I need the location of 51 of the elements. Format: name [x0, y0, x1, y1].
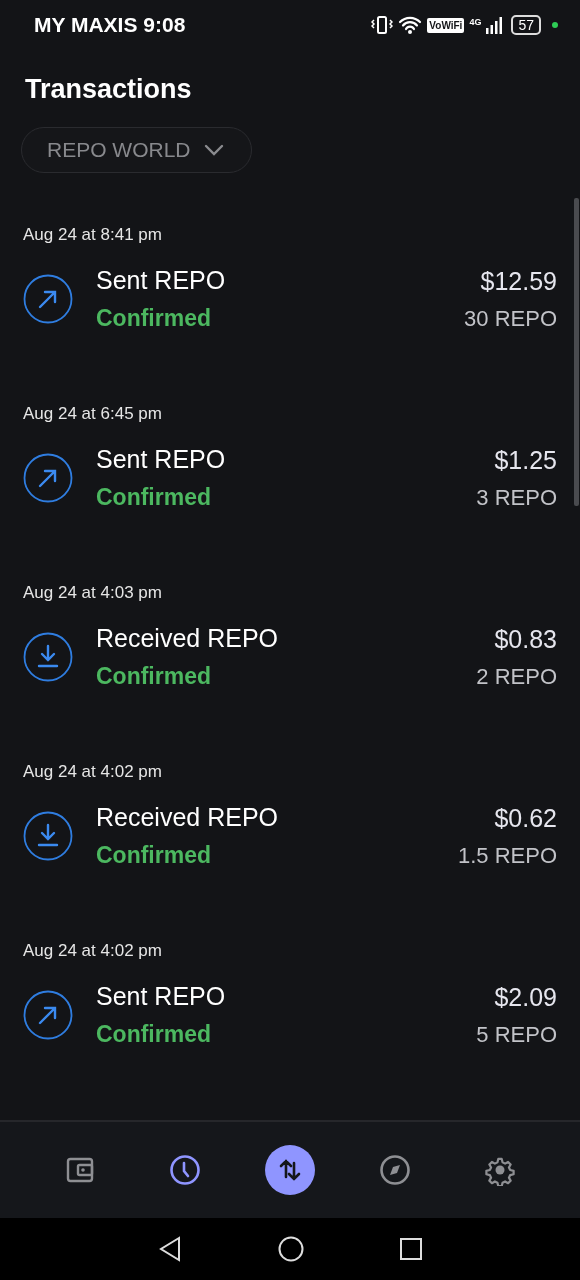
wifi-icon: [398, 15, 423, 35]
swap-arrows-icon: [277, 1157, 303, 1183]
page-title: Transactions: [25, 74, 193, 106]
transaction-date: Aug 24 at 4:02 pm: [23, 941, 163, 961]
transaction-row[interactable]: Sent REPO Confirmed $12.59 30 REPO: [23, 266, 557, 332]
clock-icon: [169, 1154, 202, 1186]
vibrate-icon: [371, 15, 394, 35]
transaction-date: Aug 24 at 4:02 pm: [23, 762, 163, 782]
transaction-row[interactable]: Sent REPO Confirmed $1.25 3 REPO: [23, 445, 557, 511]
dot-icon: [552, 22, 558, 28]
swap-tab[interactable]: [265, 1145, 315, 1195]
token-amount: 2 REPO: [476, 663, 557, 690]
transaction-status: Confirmed: [96, 305, 212, 332]
transaction-row[interactable]: Received REPO Confirmed $0.83 2 REPO: [23, 624, 557, 690]
transaction-status: Confirmed: [96, 1021, 212, 1048]
transaction-title: Sent REPO: [96, 266, 227, 295]
transaction-title: Sent REPO: [96, 982, 227, 1011]
token-dropdown[interactable]: REPO WORLD: [21, 127, 252, 173]
wallet-icon: [65, 1155, 96, 1185]
transaction-status: Confirmed: [96, 842, 212, 869]
transaction-status: Confirmed: [96, 663, 212, 690]
transaction-row[interactable]: Received REPO Confirmed $0.62 1.5 REPO: [23, 803, 557, 869]
download-icon: [23, 811, 73, 861]
transaction-title: Sent REPO: [96, 445, 227, 474]
fiat-amount: $1.25: [494, 445, 557, 475]
compass-icon: [378, 1154, 411, 1186]
transaction-date: Aug 24 at 8:41 pm: [23, 225, 163, 245]
transaction-date: Aug 24 at 6:45 pm: [23, 404, 163, 424]
download-icon: [23, 632, 73, 682]
home-icon[interactable]: [278, 1236, 304, 1262]
token-amount: 3 REPO: [476, 484, 557, 511]
token-amount: 1.5 REPO: [457, 842, 557, 869]
back-icon[interactable]: [158, 1236, 182, 1262]
carrier-time: MY MAXIS 9:08: [34, 13, 186, 37]
token-amount: 5 REPO: [476, 1021, 557, 1048]
token-amount: 30 REPO: [464, 305, 557, 332]
fiat-amount: $2.09: [494, 982, 557, 1012]
fiat-amount: $0.83: [494, 624, 557, 654]
signal-icon: [486, 16, 503, 34]
transaction-date: Aug 24 at 4:03 pm: [23, 583, 163, 603]
transaction-row[interactable]: Sent REPO Confirmed $2.09 5 REPO: [23, 982, 557, 1048]
chevron-down-icon: [202, 143, 225, 157]
transaction-title: Received REPO: [96, 803, 280, 832]
fiat-amount: $0.62: [494, 803, 557, 833]
transaction-title: Received REPO: [96, 624, 280, 653]
recents-icon[interactable]: [400, 1238, 422, 1260]
network-type: 4G: [469, 17, 482, 27]
vowifi-badge: VoWiFi: [427, 17, 465, 33]
battery-level: 57: [511, 15, 541, 35]
transaction-status: Confirmed: [96, 484, 212, 511]
fiat-amount: $12.59: [480, 266, 557, 296]
